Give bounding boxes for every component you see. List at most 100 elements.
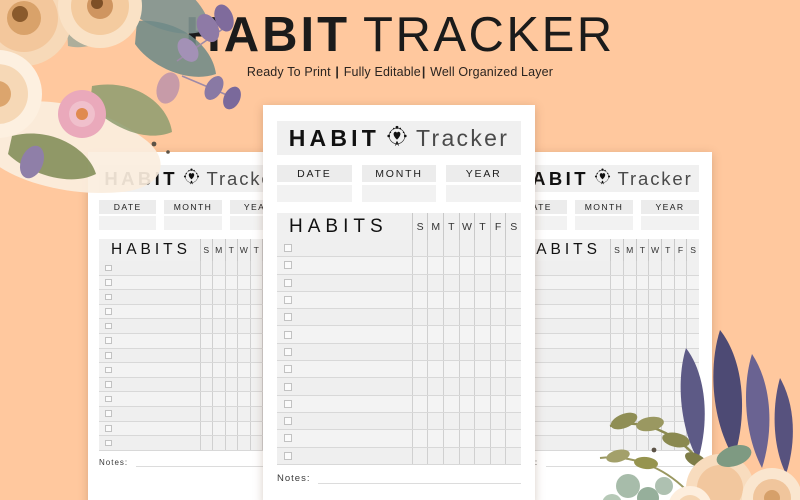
- habit-day-cell[interactable]: [648, 363, 661, 377]
- field-input-month[interactable]: [575, 216, 633, 230]
- habit-row[interactable]: [277, 291, 521, 310]
- habit-day-cell[interactable]: [212, 319, 225, 333]
- habit-day-cell[interactable]: [660, 275, 674, 290]
- habit-day-cell[interactable]: [686, 333, 699, 348]
- habit-checkbox[interactable]: [105, 264, 112, 272]
- habit-checkbox[interactable]: [284, 330, 292, 339]
- habit-day-cell[interactable]: [474, 395, 490, 412]
- habit-day-cell[interactable]: [212, 363, 225, 377]
- habit-name-cell[interactable]: [277, 430, 412, 447]
- habit-day-cell[interactable]: [622, 377, 636, 392]
- habit-day-cell[interactable]: [648, 377, 661, 392]
- habit-day-cell[interactable]: [635, 436, 649, 450]
- habit-day-cell[interactable]: [224, 333, 237, 348]
- habit-day-cell[interactable]: [505, 309, 521, 326]
- habit-name-cell[interactable]: [277, 291, 412, 309]
- habit-day-cell[interactable]: [686, 421, 699, 436]
- habit-day-cell[interactable]: [660, 261, 674, 275]
- habit-day-cell[interactable]: [458, 395, 475, 412]
- habit-day-cell[interactable]: [212, 406, 225, 421]
- habit-day-cell[interactable]: [505, 326, 521, 343]
- habit-day-cell[interactable]: [635, 377, 649, 392]
- habit-name-cell[interactable]: [277, 412, 412, 430]
- habit-name-cell[interactable]: [277, 274, 412, 291]
- habit-checkbox[interactable]: [284, 278, 292, 287]
- habit-day-cell[interactable]: [635, 348, 649, 363]
- habit-day-cell[interactable]: [443, 343, 459, 361]
- habit-row[interactable]: [277, 447, 521, 465]
- habit-day-cell[interactable]: [505, 447, 521, 464]
- habit-row[interactable]: [99, 406, 287, 422]
- habit-day-cell[interactable]: [212, 261, 225, 275]
- habit-row[interactable]: [99, 333, 287, 349]
- habit-day-cell[interactable]: [458, 240, 475, 257]
- habit-day-cell[interactable]: [622, 290, 636, 304]
- habit-day-cell[interactable]: [673, 377, 687, 392]
- habit-day-cell[interactable]: [686, 406, 699, 421]
- habit-checkbox[interactable]: [284, 434, 292, 443]
- habit-day-cell[interactable]: [224, 319, 237, 333]
- habit-day-cell[interactable]: [224, 348, 237, 363]
- habit-day-cell[interactable]: [610, 377, 623, 392]
- habit-row[interactable]: [509, 304, 699, 320]
- habit-day-cell[interactable]: [199, 290, 212, 304]
- habit-row[interactable]: [509, 406, 699, 422]
- habit-day-cell[interactable]: [686, 348, 699, 363]
- habit-day-cell[interactable]: [660, 363, 674, 377]
- habit-day-cell[interactable]: [474, 430, 490, 447]
- habit-day-cell[interactable]: [411, 240, 428, 257]
- habit-day-cell[interactable]: [427, 240, 444, 257]
- habit-day-cell[interactable]: [212, 275, 225, 290]
- habit-row[interactable]: [99, 392, 287, 407]
- habit-day-cell[interactable]: [648, 275, 661, 290]
- habit-day-cell[interactable]: [443, 395, 459, 412]
- field-input-month[interactable]: [361, 185, 437, 202]
- habit-day-cell[interactable]: [474, 361, 490, 378]
- habit-day-cell[interactable]: [443, 326, 459, 343]
- habit-day-cell[interactable]: [249, 377, 262, 392]
- habit-day-cell[interactable]: [427, 395, 444, 412]
- habit-day-cell[interactable]: [610, 333, 623, 348]
- habit-day-cell[interactable]: [237, 319, 250, 333]
- habit-day-cell[interactable]: [673, 333, 687, 348]
- habit-day-cell[interactable]: [686, 304, 699, 319]
- habit-day-cell[interactable]: [622, 319, 636, 333]
- habit-day-cell[interactable]: [505, 430, 521, 447]
- habit-day-cell[interactable]: [673, 436, 687, 450]
- habit-day-cell[interactable]: [474, 240, 490, 257]
- habit-day-cell[interactable]: [673, 261, 687, 275]
- habit-day-cell[interactable]: [622, 436, 636, 450]
- habit-day-cell[interactable]: [489, 378, 506, 395]
- habit-name-cell[interactable]: [277, 326, 412, 343]
- habit-day-cell[interactable]: [237, 377, 250, 392]
- habit-day-cell[interactable]: [686, 319, 699, 333]
- habit-day-cell[interactable]: [686, 261, 699, 275]
- habit-day-cell[interactable]: [635, 304, 649, 319]
- habit-day-cell[interactable]: [489, 326, 506, 343]
- habit-day-cell[interactable]: [443, 447, 459, 464]
- habit-day-cell[interactable]: [474, 378, 490, 395]
- habit-day-cell[interactable]: [224, 261, 237, 275]
- habit-day-cell[interactable]: [427, 309, 444, 326]
- habit-day-cell[interactable]: [673, 319, 687, 333]
- habit-day-cell[interactable]: [411, 274, 428, 291]
- habit-day-cell[interactable]: [489, 447, 506, 464]
- habit-day-cell[interactable]: [411, 309, 428, 326]
- habit-row[interactable]: [99, 275, 287, 291]
- habit-row[interactable]: [99, 348, 287, 364]
- habit-day-cell[interactable]: [237, 421, 250, 436]
- habit-day-cell[interactable]: [610, 319, 623, 333]
- habit-day-cell[interactable]: [505, 343, 521, 361]
- habit-day-cell[interactable]: [686, 290, 699, 304]
- habit-day-cell[interactable]: [212, 436, 225, 450]
- habit-day-cell[interactable]: [474, 343, 490, 361]
- habit-day-cell[interactable]: [686, 377, 699, 392]
- habit-day-cell[interactable]: [237, 363, 250, 377]
- habit-row[interactable]: [99, 363, 287, 378]
- habit-day-cell[interactable]: [673, 406, 687, 421]
- habit-day-cell[interactable]: [249, 363, 262, 377]
- notes-line[interactable]: [318, 473, 521, 484]
- habit-day-cell[interactable]: [411, 291, 428, 309]
- habit-checkbox[interactable]: [105, 293, 112, 301]
- habit-day-cell[interactable]: [443, 378, 459, 395]
